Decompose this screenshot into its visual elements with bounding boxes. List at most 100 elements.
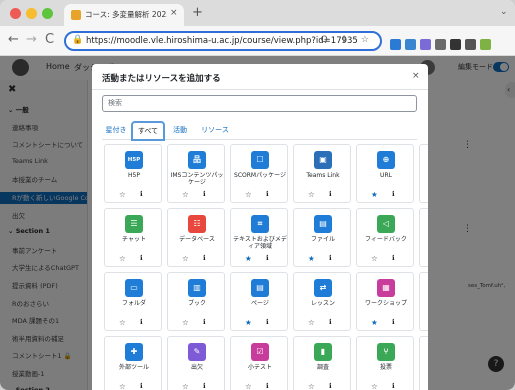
star-icon[interactable]: ☆	[308, 190, 315, 199]
url-text[interactable]: https://moodle.vle.hiroshima-u.ac.jp/cou…	[86, 36, 358, 46]
star-icon[interactable]: ☆	[119, 382, 126, 390]
activity-card[interactable]: ⇄ レッスン ☆ ℹ	[293, 272, 351, 331]
minimize-window-button[interactable]	[26, 8, 37, 19]
activity-card[interactable]: ✳Wiki☆ℹ	[419, 144, 428, 203]
forward-button[interactable]: →	[26, 32, 37, 47]
extension-icon[interactable]	[390, 39, 401, 50]
star-icon[interactable]: ☆	[182, 318, 189, 327]
extension-icon[interactable]	[480, 39, 491, 50]
maximize-window-button[interactable]	[42, 8, 53, 19]
star-icon[interactable]: ☆	[308, 318, 315, 327]
activity-card[interactable]: ☑ 小テスト ☆ ℹ	[230, 336, 288, 390]
new-tab-button[interactable]: +	[192, 5, 203, 20]
activity-card[interactable]: ✚ 外部ツール ☆ ℹ	[104, 336, 162, 390]
activity-name: SCORMパッケージ	[234, 172, 286, 179]
info-icon[interactable]: ℹ	[266, 254, 269, 262]
info-icon[interactable]: ℹ	[266, 318, 269, 326]
activity-card[interactable]: ▣課題★ℹ	[419, 272, 428, 331]
info-icon[interactable]: ℹ	[392, 382, 395, 390]
activity-card[interactable]: H5P H5P ☆ ℹ	[104, 144, 162, 203]
tab-close-button[interactable]: ×	[170, 8, 178, 18]
info-icon[interactable]: ℹ	[140, 318, 143, 326]
tab-all[interactable]: すべて	[131, 121, 165, 141]
address-bar-actions[interactable]: Q ⇧ ☆	[321, 35, 374, 45]
info-icon[interactable]: ℹ	[140, 254, 143, 262]
browser-tab[interactable]: コース: 多変量解析 2023 KA12 ×	[64, 4, 184, 26]
star-icon[interactable]: ☆	[119, 318, 126, 327]
lock-icon[interactable]: 🔒	[72, 35, 83, 45]
activity-card[interactable]: ▥ ブック ☆ ℹ	[167, 272, 225, 331]
info-icon[interactable]: ℹ	[329, 190, 332, 198]
tab-search-button[interactable]: ⌄	[500, 7, 508, 17]
activity-card[interactable]: ◁ フィードバック ☆ ℹ	[356, 208, 414, 267]
info-icon[interactable]: ℹ	[140, 190, 143, 198]
activity-card[interactable]: ▤ ファイル ★ ℹ	[293, 208, 351, 267]
activity-card[interactable]: ☐フォーラム☆ℹ	[419, 208, 428, 267]
star-icon[interactable]: ☆	[308, 382, 315, 390]
star-icon[interactable]: ☆	[182, 254, 189, 263]
back-button[interactable]: ←	[8, 32, 19, 47]
star-icon[interactable]: ★	[371, 318, 378, 327]
activity-card[interactable]: ▭ フォルダ ☆ ℹ	[104, 272, 162, 331]
info-icon[interactable]: ℹ	[392, 318, 395, 326]
activity-card[interactable]: ☷ データベース ☆ ℹ	[167, 208, 225, 267]
extension-icon[interactable]	[435, 39, 446, 50]
activity-card[interactable]: 品 IMSコンテンツパッケージ ☆ ℹ	[167, 144, 225, 203]
info-icon[interactable]: ℹ	[140, 382, 143, 390]
info-icon[interactable]: ℹ	[203, 318, 206, 326]
address-bar[interactable]: 🔒 https://moodle.vle.hiroshima-u.ac.jp/c…	[64, 31, 382, 51]
activity-card[interactable]: ☰ チャット ☆ ℹ	[104, 208, 162, 267]
star-icon[interactable]: ☆	[371, 254, 378, 263]
extension-icon[interactable]	[420, 39, 431, 50]
info-icon[interactable]: ℹ	[266, 382, 269, 390]
dialog-close-icon[interactable]: ×	[412, 71, 420, 81]
search-input[interactable]: 検索	[102, 95, 417, 112]
star-icon[interactable]: ☆	[182, 382, 189, 390]
info-icon[interactable]: ℹ	[329, 254, 332, 262]
star-icon[interactable]: ☆	[119, 190, 126, 199]
activity-name: Wiki	[421, 172, 428, 179]
tab-activities[interactable]: 活動	[166, 122, 194, 140]
star-icon[interactable]: ☆	[245, 382, 252, 390]
activity-card[interactable]: ▤ ページ ★ ℹ	[230, 272, 288, 331]
info-icon[interactable]: ℹ	[392, 254, 395, 262]
info-icon[interactable]: ℹ	[392, 190, 395, 198]
activity-card[interactable]: ⑂ 投票 ☆ ℹ	[356, 336, 414, 390]
activity-name: ファイル	[310, 236, 335, 243]
activity-card[interactable]: ⊕ URL ★ ℹ	[356, 144, 414, 203]
activity-card[interactable]: ▦ ワークショップ ★ ℹ	[356, 272, 414, 331]
activity-name: ページ	[251, 300, 269, 307]
extension-icon[interactable]	[405, 39, 416, 50]
info-icon[interactable]: ℹ	[329, 318, 332, 326]
activity-card[interactable]: ⌗ テキストおよびメディア領域 ★ ℹ	[230, 208, 288, 267]
activity-card[interactable]: ☐ SCORMパッケージ ☆ ℹ	[230, 144, 288, 203]
activity-name: 投票	[379, 364, 392, 371]
star-icon[interactable]: ★	[245, 318, 252, 327]
info-icon[interactable]: ℹ	[203, 190, 206, 198]
close-window-button[interactable]	[10, 8, 21, 19]
star-icon[interactable]: ☆	[119, 254, 126, 263]
extension-icon[interactable]	[450, 39, 461, 50]
star-icon[interactable]: ☆	[245, 190, 252, 199]
info-icon[interactable]: ℹ	[203, 254, 206, 262]
activity-card[interactable]: ✎ 出欠 ☆ ℹ	[167, 336, 225, 390]
activity-card[interactable]: ▮ 調査 ☆ ℹ	[293, 336, 351, 390]
info-icon[interactable]: ℹ	[203, 382, 206, 390]
activity-card[interactable]: ▣ Teams Link ☆ ℹ	[293, 144, 351, 203]
star-icon[interactable]: ☆	[182, 190, 189, 199]
activity-icon: ✎	[188, 343, 206, 361]
tab-starred[interactable]: 星付き	[102, 122, 130, 140]
activity-icon: ◁	[377, 215, 395, 233]
activity-name: チャット	[122, 236, 146, 243]
star-icon[interactable]: ☆	[371, 382, 378, 390]
star-icon[interactable]: ★	[245, 254, 252, 263]
reload-button[interactable]: C	[45, 32, 54, 47]
activity-name: 小テスト	[247, 364, 272, 371]
star-icon[interactable]: ★	[371, 190, 378, 199]
star-icon[interactable]: ★	[308, 254, 315, 263]
activity-card[interactable]: ▤用語集☆ℹ	[419, 336, 428, 390]
tab-resources[interactable]: リソース	[196, 122, 234, 140]
info-icon[interactable]: ℹ	[329, 382, 332, 390]
extension-icon[interactable]	[465, 39, 476, 50]
info-icon[interactable]: ℹ	[266, 190, 269, 198]
